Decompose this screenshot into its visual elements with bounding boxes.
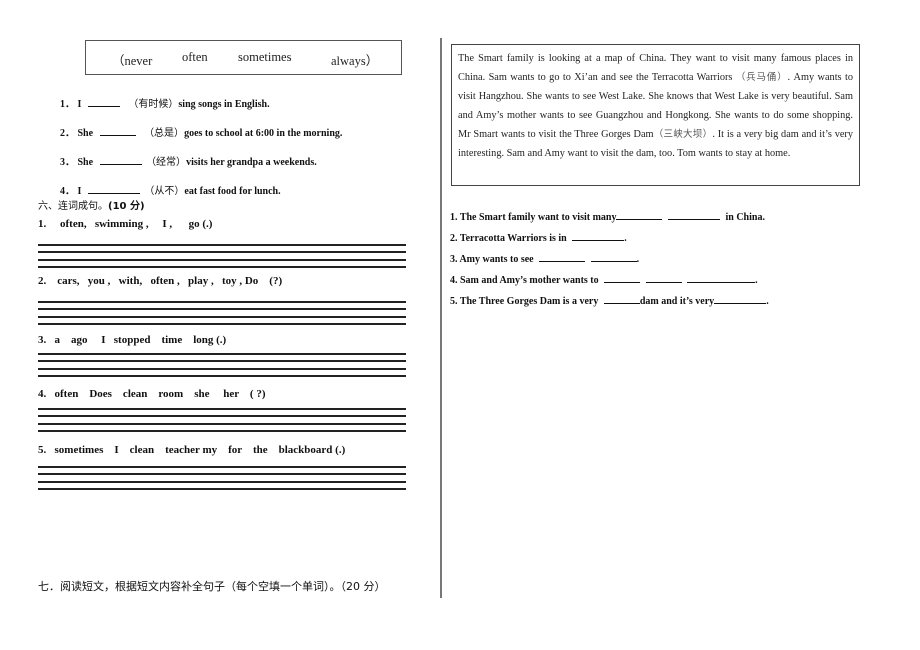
chinese-hint: （有时候） (128, 99, 179, 110)
answer-blank[interactable] (645, 272, 682, 283)
word-often: often (182, 50, 208, 64)
question-text: goes to school at 6:00 in the morning. (184, 128, 343, 139)
order-question-4: 4. often Does clean room she her ( ?) (38, 388, 266, 400)
reading-question-3: 3. Amy wants to see . (450, 251, 639, 265)
question-text: visits her grandpa a weekends. (186, 157, 317, 168)
answer-blank[interactable] (87, 96, 120, 107)
answer-line[interactable] (38, 423, 406, 425)
question-text: 5. The Three Gorges Dam is a very (450, 296, 599, 307)
scrambled-words: a ago I stopped time long (.) (54, 334, 227, 346)
reading-question-1: 1. The Smart family want to visit many i… (450, 209, 765, 223)
answer-line[interactable] (38, 408, 406, 410)
answer-blank[interactable] (99, 125, 136, 136)
question-number: 3． (60, 157, 75, 168)
fill-question-4: 4． I （从不）eat fast food for lunch. (60, 182, 281, 197)
fill-question-2: 2． She （总是）goes to school at 6:00 in the… (60, 124, 342, 139)
answer-blank[interactable] (667, 209, 720, 220)
answer-line[interactable] (38, 301, 406, 303)
question-text: . (766, 296, 769, 307)
question-text: eat fast food for lunch. (184, 186, 281, 197)
word-choice-box: （never often sometimes always） (85, 40, 402, 75)
order-question-1: 1. often, swimming , I , go (.) (38, 218, 212, 230)
answer-line[interactable] (38, 466, 406, 468)
chinese-hint: （经常） (146, 157, 187, 168)
section-6-title: 六、连词成句。(10 分) (38, 197, 145, 212)
question-subject: I (77, 99, 82, 110)
question-text: 4. Sam and Amy’s mother wants to (450, 275, 599, 286)
question-text: 1. The Smart family want to visit many (450, 212, 617, 223)
question-text: 3. Amy wants to see (450, 254, 534, 265)
answer-line[interactable] (38, 368, 406, 370)
question-number: 5. (38, 444, 47, 456)
answer-blank[interactable] (714, 293, 767, 304)
answer-blank[interactable] (99, 154, 142, 165)
answer-line[interactable] (38, 488, 406, 490)
answer-line[interactable] (38, 308, 406, 310)
scrambled-words: cars, you , with, often , play , toy , D… (57, 275, 283, 287)
answer-line[interactable] (38, 473, 406, 475)
chinese-gloss: （兵马俑） (735, 71, 788, 83)
scrambled-words: sometimes I clean teacher my for the bla… (54, 444, 346, 456)
question-subject: I (77, 186, 82, 197)
section-7-title: 七．阅读短文，根据短文内容补全句子（每个空填一个单词）。（20 分） (38, 580, 386, 593)
answer-line[interactable] (38, 316, 406, 318)
question-text: sing songs in English. (178, 99, 270, 110)
answer-blank[interactable] (572, 230, 625, 241)
answer-blank[interactable] (687, 272, 756, 283)
reading-passage: The Smart family is looking at a map of … (451, 44, 860, 186)
answer-line[interactable] (38, 353, 406, 355)
question-text: . (636, 254, 640, 265)
question-number: 1. (38, 218, 47, 230)
answer-line[interactable] (38, 375, 406, 377)
answer-blank[interactable] (616, 209, 663, 220)
question-text: in China. (725, 212, 765, 223)
answer-blank[interactable] (604, 272, 641, 283)
word-never: （never (112, 54, 153, 68)
answer-blank[interactable] (590, 251, 637, 262)
question-subject: She (77, 157, 94, 168)
section-title-text: 六、连词成句。 (38, 201, 108, 212)
question-subject: She (77, 128, 94, 139)
chinese-hint: （从不） (144, 186, 185, 197)
reading-question-4: 4. Sam and Amy’s mother wants to . (450, 272, 758, 286)
question-text: dam and it’s very (639, 296, 715, 307)
question-number: 2． (60, 128, 75, 139)
question-text: 2. Terracotta Warriors is in (450, 233, 567, 244)
answer-line[interactable] (38, 266, 406, 268)
question-text: . (755, 275, 758, 286)
word-sometimes: sometimes (238, 50, 292, 64)
order-question-2: 2. cars, you , with, often , play , toy … (38, 275, 282, 287)
answer-line[interactable] (38, 259, 406, 261)
answer-line[interactable] (38, 244, 406, 246)
question-number: 4． (60, 186, 75, 197)
chinese-gloss: （三峡大坝） (653, 128, 713, 140)
question-number: 3. (38, 334, 47, 346)
section-score: (10 分) (108, 201, 145, 212)
answer-line[interactable] (38, 430, 406, 432)
scrambled-words: often, swimming , I , go (.) (60, 218, 213, 230)
answer-line[interactable] (38, 415, 406, 417)
column-divider (440, 38, 442, 598)
question-number: 4. (38, 388, 47, 400)
reading-question-5: 5. The Three Gorges Dam is a very dam an… (450, 293, 769, 307)
answer-line[interactable] (38, 323, 406, 325)
question-text: . (624, 233, 627, 244)
order-question-5: 5. sometimes I clean teacher my for the … (38, 444, 345, 456)
answer-blank[interactable] (539, 251, 586, 262)
scrambled-words: often Does clean room she her ( ?) (54, 388, 266, 400)
fill-question-3: 3． She （经常）visits her grandpa a weekends… (60, 153, 317, 168)
order-question-3: 3. a ago I stopped time long (.) (38, 334, 226, 346)
chinese-hint: （总是） (144, 128, 185, 139)
answer-line[interactable] (38, 251, 406, 253)
answer-blank[interactable] (603, 293, 640, 304)
answer-line[interactable] (38, 360, 406, 362)
question-number: 1． (60, 99, 75, 110)
answer-line[interactable] (38, 481, 406, 483)
reading-question-2: 2. Terracotta Warriors is in . (450, 230, 627, 244)
question-number: 2. (38, 275, 47, 287)
fill-question-1: 1． I （有时候）sing songs in English. (60, 95, 270, 110)
answer-blank[interactable] (87, 183, 140, 194)
word-always: always） (331, 54, 379, 68)
